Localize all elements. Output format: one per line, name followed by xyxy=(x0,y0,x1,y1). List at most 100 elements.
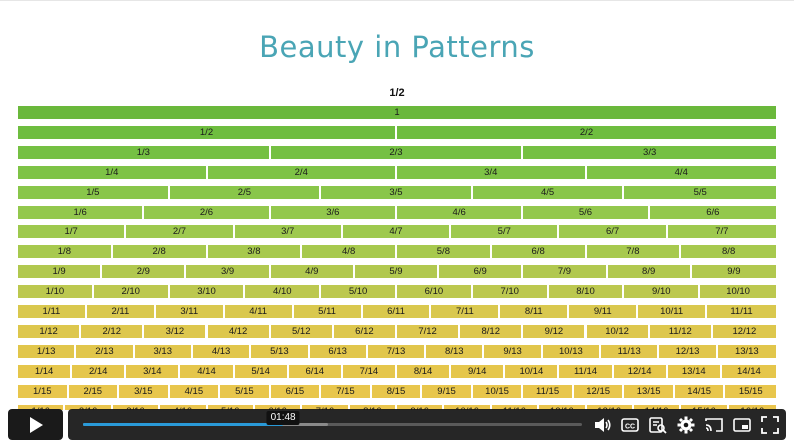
fraction-cell: 2/10 xyxy=(93,285,168,298)
fraction-cell: 7/7 xyxy=(667,225,776,238)
fraction-cell: 7/15 xyxy=(321,385,370,398)
fraction-cell: 11/14 xyxy=(559,365,612,378)
fraction-cell: 3/13 xyxy=(134,345,191,358)
fraction-cell: 10/15 xyxy=(472,385,522,398)
fraction-cell: 14/15 xyxy=(674,385,724,398)
fraction-cell: 4/14 xyxy=(180,365,233,378)
fraction-cell: 5/6 xyxy=(523,206,648,219)
fraction-cell: 7/9 xyxy=(523,265,606,278)
fraction-cell: 4/12 xyxy=(207,325,269,338)
fraction-cell: 9/14 xyxy=(451,365,504,378)
fraction-cell: 11/15 xyxy=(523,385,572,398)
fraction-cell: 2/14 xyxy=(72,365,125,378)
fraction-cell: 10/11 xyxy=(638,305,706,318)
fraction-cell: 1/2 xyxy=(18,126,395,139)
fraction-cell: 12/14 xyxy=(613,365,666,378)
fraction-row: 1/9 2/9 3/9 4/9 5/9 6/9 7/9 8/9 9/9 xyxy=(18,265,776,278)
fraction-row: 1/4 2/4 3/4 4/4 xyxy=(18,166,776,179)
fraction-cell: 11/13 xyxy=(601,345,658,358)
fraction-row: 1/6 2/6 3/6 4/6 5/6 6/6 xyxy=(18,206,776,219)
fraction-cell: 8/9 xyxy=(607,265,690,278)
fraction-cell: 3/5 xyxy=(321,186,471,199)
fraction-cell: 4/10 xyxy=(245,285,320,298)
fraction-cell: 1/11 xyxy=(18,305,85,318)
fraction-cell: 2/7 xyxy=(126,225,233,238)
fraction-cell: 5/12 xyxy=(270,325,332,338)
video-controls: 01:48 CC xyxy=(0,406,794,448)
fraction-cell: 5/10 xyxy=(321,285,395,298)
fraction-cell: 2/12 xyxy=(81,325,143,338)
fraction-cell: 5/14 xyxy=(234,365,287,378)
transcript-icon[interactable] xyxy=(648,415,668,435)
fraction-cell: 10/14 xyxy=(505,365,558,378)
fraction-cell: 3/12 xyxy=(144,325,206,338)
fraction-cell: 3/7 xyxy=(234,225,341,238)
fraction-cell: 6/7 xyxy=(559,225,666,238)
fraction-cell: 5/15 xyxy=(220,385,269,398)
captions-icon[interactable]: CC xyxy=(620,415,640,435)
fraction-cell: 7/14 xyxy=(342,365,395,378)
fraction-cell: 5/5 xyxy=(624,186,776,199)
fraction-cell: 7/13 xyxy=(367,345,425,358)
fraction-cell: 2/9 xyxy=(102,265,185,278)
fraction-row: 1/10 2/10 3/10 4/10 5/10 6/10 7/10 8/10 9/10 10/1… xyxy=(18,285,776,298)
fraction-cell: 9/9 xyxy=(691,265,776,278)
fraction-cell: 12/13 xyxy=(659,345,716,358)
fraction-cell: 6/8 xyxy=(491,245,585,258)
fraction-cell: 1/8 xyxy=(18,245,111,258)
fraction-cell: 2/8 xyxy=(112,245,206,258)
fraction-cell: 6/15 xyxy=(270,385,320,398)
fraction-row: 1 xyxy=(18,106,776,119)
cast-icon[interactable] xyxy=(704,415,724,435)
fraction-cell: 1/10 xyxy=(18,285,92,298)
fraction-cell: 3/6 xyxy=(270,206,395,219)
fraction-row: 1/7 2/7 3/7 4/7 5/7 6/7 7/7 xyxy=(18,225,776,238)
fraction-cell: 7/10 xyxy=(472,285,547,298)
fraction-cell: 11/12 xyxy=(649,325,711,338)
fraction-cell: 12/15 xyxy=(573,385,623,398)
fraction-cell: 3/8 xyxy=(207,245,301,258)
fraction-cell: 2/11 xyxy=(86,305,154,318)
play-icon xyxy=(29,416,43,433)
fraction-cell: 1/3 xyxy=(18,146,269,159)
fraction-cell: 1/5 xyxy=(18,186,168,199)
fraction-cell: 1/6 xyxy=(18,206,143,219)
fraction-cell: 9/11 xyxy=(569,305,637,318)
fraction-cell: 10/13 xyxy=(542,345,600,358)
fraction-row: 1/15 2/15 3/15 4/15 5/15 6/15 7/15 8/15 9/15 10/1… xyxy=(18,385,776,398)
picture-in-picture-icon[interactable] xyxy=(732,415,752,435)
fraction-cell: 2/15 xyxy=(68,385,118,398)
fraction-cell: 4/8 xyxy=(302,245,395,258)
fraction-cell: 2/13 xyxy=(76,345,133,358)
fraction-cell: 13/13 xyxy=(717,345,776,358)
fraction-row: 1/8 2/8 3/8 4/8 5/8 6/8 7/8 8/8 xyxy=(18,245,776,258)
fullscreen-icon[interactable] xyxy=(760,415,780,435)
fraction-cell: 1/4 xyxy=(18,166,206,179)
volume-icon[interactable] xyxy=(592,415,612,435)
header-fraction-label: 1/2 xyxy=(389,87,405,99)
fraction-cell: 3/9 xyxy=(186,265,269,278)
fraction-cell: 2/3 xyxy=(270,146,522,159)
fraction-cell: 13/15 xyxy=(624,385,673,398)
settings-icon[interactable] xyxy=(676,415,696,435)
fraction-cell: 9/15 xyxy=(422,385,471,398)
fraction-cell: 8/8 xyxy=(681,245,776,258)
fraction-cell: 8/11 xyxy=(500,305,568,318)
progress-played xyxy=(83,423,284,426)
fraction-cell: 7/12 xyxy=(397,325,459,338)
top-divider xyxy=(0,0,794,1)
fraction-cell: 9/12 xyxy=(523,325,585,338)
fraction-cell: 13/14 xyxy=(667,365,720,378)
fraction-cell: 5/7 xyxy=(451,225,558,238)
fraction-cell: 4/11 xyxy=(224,305,292,318)
fraction-cell: 3/3 xyxy=(523,146,776,159)
fraction-wall: 1 1/2 2/2 1/3 2/3 3/3 1/4 2/4 3/4 4/4 1/5 2/5 3/5 4/5… xyxy=(18,106,776,410)
page-title: Beauty in Patterns xyxy=(259,30,535,64)
fraction-row: 1/5 2/5 3/5 4/5 5/5 xyxy=(18,186,776,199)
fraction-cell: 4/5 xyxy=(472,186,623,199)
progress-bar[interactable]: 01:48 xyxy=(83,411,582,426)
fraction-cell: 3/14 xyxy=(126,365,179,378)
fraction-cell: 1/14 xyxy=(18,365,71,378)
play-button[interactable] xyxy=(8,409,63,440)
fraction-cell: 1/12 xyxy=(18,325,80,338)
